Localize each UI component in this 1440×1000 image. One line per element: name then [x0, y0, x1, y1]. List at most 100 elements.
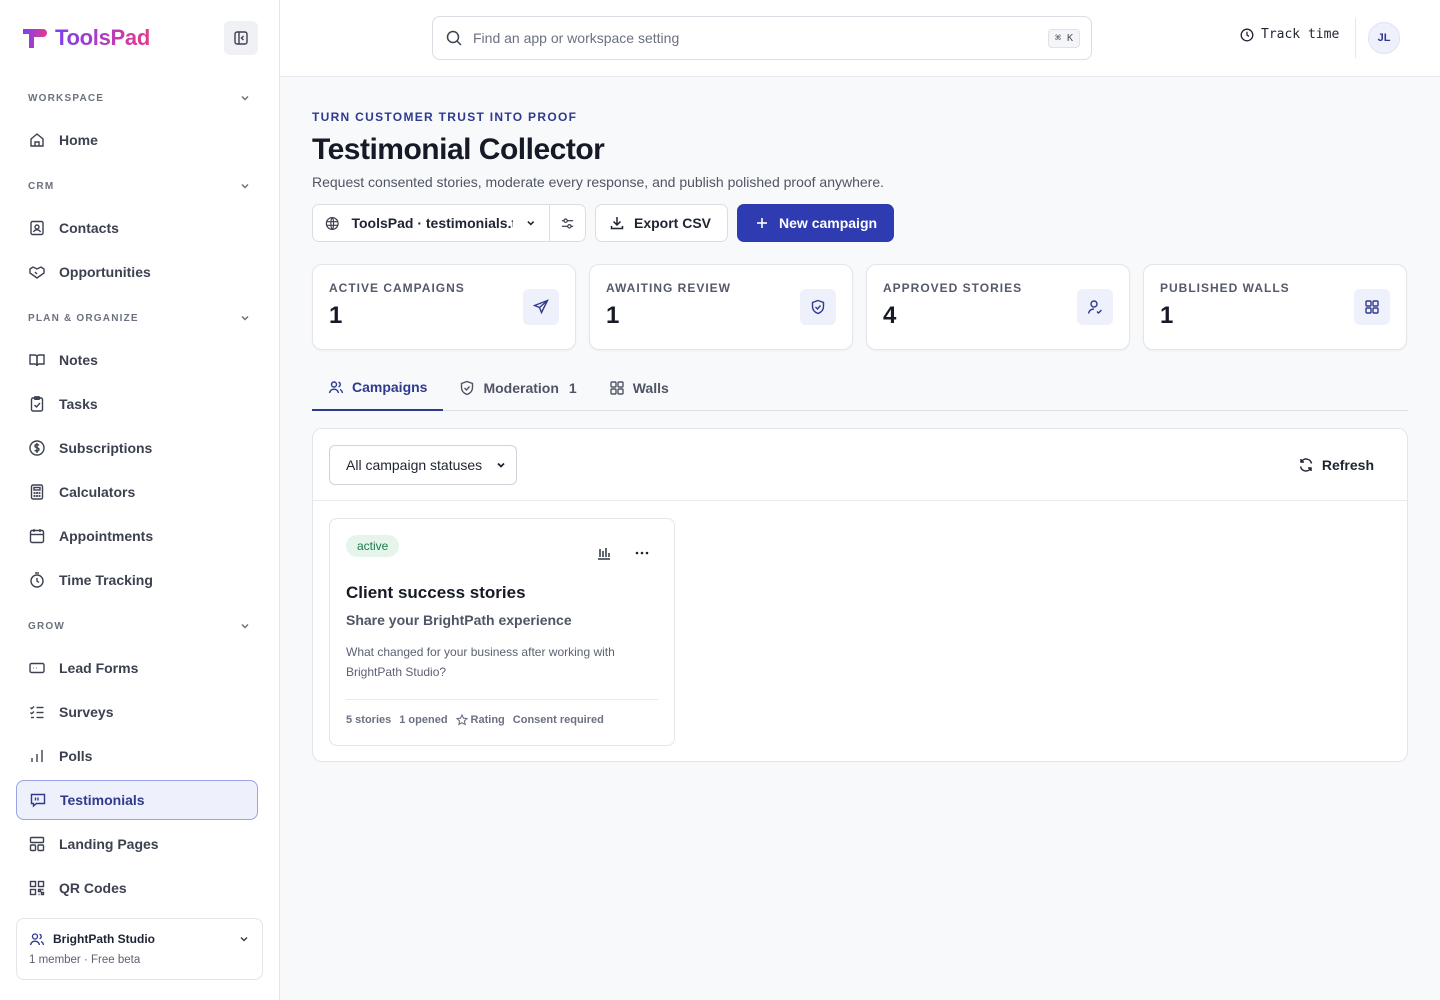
section-plan-organize[interactable]: PLAN & ORGANIZE — [0, 296, 279, 340]
more-icon[interactable] — [634, 545, 650, 561]
form-icon — [29, 662, 45, 674]
page-eyebrow: TURN CUSTOMER TRUST INTO PROOF — [312, 110, 578, 124]
contacts-icon — [30, 220, 44, 236]
sidebar-item-surveys[interactable]: Surveys — [16, 692, 258, 732]
rating-indicator: Rating — [455, 714, 505, 726]
logo-row: ToolsPad — [0, 0, 279, 76]
site-selector: ToolsPad · testimonials.tc — [312, 204, 586, 242]
logo-mark-icon — [23, 29, 47, 48]
sidebar-item-qr-codes[interactable]: QR Codes — [16, 868, 258, 908]
collapse-sidebar-button[interactable] — [224, 21, 258, 55]
star-icon — [455, 714, 468, 726]
stat-card-awaiting-review: AWAITING REVIEW 1 — [589, 264, 853, 350]
section-crm[interactable]: CRM — [0, 164, 279, 208]
tab-campaigns[interactable]: Campaigns — [312, 365, 444, 411]
panel-toolbar: All campaign statuses Refresh — [313, 429, 1407, 501]
sidebar-item-contacts[interactable]: Contacts — [16, 208, 258, 248]
checklist-icon — [30, 705, 44, 719]
org-meta: 1 member · Free beta — [29, 954, 141, 966]
stat-icon-box — [523, 289, 559, 325]
avatar[interactable]: JL — [1368, 22, 1400, 54]
app-logo[interactable]: ToolsPad — [21, 25, 150, 51]
page-subtitle: Request consented stories, moderate ever… — [312, 174, 885, 190]
chevron-down-icon — [241, 315, 249, 321]
main-content: TURN CUSTOMER TRUST INTO PROOF Testimoni… — [312, 77, 1408, 762]
track-time-button[interactable]: Track time — [1240, 27, 1339, 42]
section-workspace[interactable]: WORKSPACE — [0, 76, 279, 120]
chevron-down-icon — [527, 221, 535, 226]
campaign-status-select[interactable]: All campaign statuses — [329, 444, 517, 485]
download-icon — [610, 217, 624, 230]
sidebar-item-landing-pages[interactable]: Landing Pages — [16, 824, 258, 864]
campaign-card[interactable]: active Client success stories Share your… — [329, 518, 675, 746]
send-icon — [533, 299, 549, 315]
sidebar-item-label: Polls — [59, 748, 93, 764]
stopwatch-icon — [30, 572, 44, 588]
campaigns-panel: All campaign statuses Refresh active Cli… — [312, 428, 1408, 762]
sidebar-item-label: Time Tracking — [59, 572, 153, 588]
site-select[interactable]: ToolsPad · testimonials.tc — [313, 205, 550, 241]
sidebar-item-label: Testimonials — [60, 792, 145, 808]
track-time-label: Track time — [1261, 27, 1340, 42]
sidebar-item-label: Home — [59, 132, 98, 148]
section-label: CRM — [28, 180, 55, 192]
stat-card-approved-stories: APPROVED STORIES 4 — [866, 264, 1130, 350]
refresh-button[interactable]: Refresh — [1298, 457, 1374, 473]
search-input[interactable]: Find an app or workspace setting ⌘ K — [432, 16, 1092, 60]
sidebar-item-label: Subscriptions — [59, 440, 153, 456]
sidebar-item-calculators[interactable]: Calculators — [16, 472, 258, 512]
page-actions: ToolsPad · testimonials.tc Export CSV Ne… — [312, 204, 1408, 242]
sidebar-item-lead-forms[interactable]: Lead Forms — [16, 648, 258, 688]
tab-walls[interactable]: Walls — [593, 365, 685, 411]
plus-icon — [757, 218, 768, 228]
qr-code-icon — [29, 880, 45, 896]
sidebar-item-appointments[interactable]: Appointments — [16, 516, 258, 556]
chevron-down-icon — [240, 936, 248, 942]
keyboard-shortcut: ⌘ K — [1047, 28, 1080, 48]
calendar-icon — [29, 529, 45, 544]
site-selector-label: ToolsPad · testimonials.tc — [351, 215, 514, 231]
export-csv-button[interactable]: Export CSV — [595, 204, 729, 242]
org-switcher[interactable]: BrightPath Studio 1 member · Free beta — [16, 918, 263, 980]
sidebar-item-time-tracking[interactable]: Time Tracking — [16, 560, 258, 600]
opened-count: 1 opened — [399, 714, 448, 726]
sidebar-item-label: Calculators — [59, 484, 136, 500]
sidebar-item-tasks[interactable]: Tasks — [16, 384, 258, 424]
tab-label: Moderation — [483, 380, 559, 396]
users-icon — [328, 381, 344, 394]
sidebar-item-label: Landing Pages — [59, 836, 159, 852]
refresh-label: Refresh — [1321, 456, 1374, 473]
sidebar-item-subscriptions[interactable]: Subscriptions — [16, 428, 258, 468]
campaign-subtitle: Share your BrightPath experience — [346, 612, 572, 628]
app-name: ToolsPad — [55, 25, 150, 50]
sidebar-item-testimonials[interactable]: Testimonials — [16, 780, 258, 820]
grid-icon — [1365, 300, 1379, 314]
card-tools — [596, 545, 650, 561]
bar-chart-icon — [31, 750, 43, 762]
section-grow[interactable]: GROW — [0, 604, 279, 648]
home-icon — [30, 133, 44, 147]
sidebar-item-polls[interactable]: Polls — [16, 736, 258, 776]
rating-label: Rating — [470, 714, 505, 726]
sidebar-item-notes[interactable]: Notes — [16, 340, 258, 380]
consent-label: Consent required — [512, 714, 604, 726]
sidebar-collapse-icon — [234, 31, 248, 45]
clock-icon — [1240, 28, 1254, 41]
new-campaign-button[interactable]: New campaign — [737, 204, 895, 242]
sidebar-item-home[interactable]: Home — [16, 120, 258, 160]
org-name: BrightPath Studio — [53, 932, 155, 946]
refresh-icon — [1299, 457, 1313, 472]
sidebar-item-opportunities[interactable]: Opportunities — [16, 252, 258, 292]
search-icon — [446, 30, 462, 46]
status-badge: active — [346, 535, 400, 557]
topbar-divider — [1355, 18, 1356, 58]
chevron-down-icon — [241, 623, 249, 629]
tab-moderation[interactable]: Moderation 1 — [443, 365, 592, 411]
layout-icon — [29, 836, 45, 852]
section-label: WORKSPACE — [28, 92, 105, 104]
campaign-question: What changed for your business after wor… — [346, 645, 615, 679]
analytics-icon[interactable] — [596, 545, 612, 561]
site-settings-button[interactable] — [550, 205, 585, 241]
message-quote-icon — [30, 793, 46, 808]
tab-bar: Campaigns Moderation 1 Walls — [312, 365, 1408, 411]
